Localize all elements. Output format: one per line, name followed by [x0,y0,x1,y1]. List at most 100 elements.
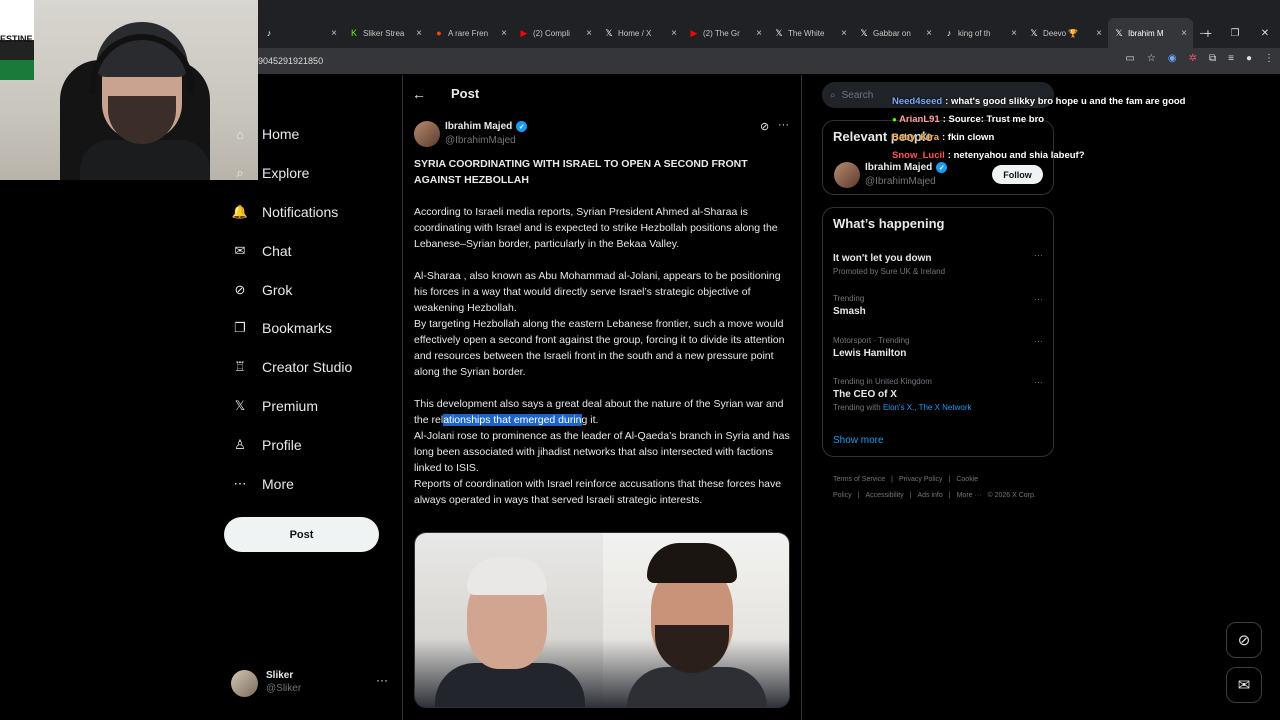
close-icon[interactable]: × [1181,28,1187,39]
author-avatar[interactable] [414,121,440,147]
kebab-menu-icon[interactable]: ⋮ [1264,53,1274,64]
back-arrow-icon[interactable]: ← [412,86,426,102]
star-icon[interactable]: ☆ [1147,53,1156,64]
account-name: Sliker [266,670,294,681]
close-icon[interactable]: × [416,28,422,39]
close-icon[interactable]: × [1096,28,1102,39]
browser-tab[interactable]: 𝕏 Gabbar on × [853,18,938,48]
trend-item[interactable]: Motorsport · Trending Lewis Hamilton ··· [833,336,1043,359]
trend-name: Lewis Hamilton [833,348,907,359]
close-icon[interactable]: × [1011,28,1017,39]
trend-more-icon[interactable]: ··· [1034,250,1043,260]
browser-tab[interactable]: 𝕏 Home / X × [598,18,683,48]
minimize-icon[interactable]: — [1190,28,1220,39]
url-text[interactable]: 9045291921850 [258,56,323,66]
author-handle[interactable]: @IbrahimMajed [445,135,516,146]
follow-button[interactable]: Follow [992,165,1043,184]
trend-more-icon[interactable]: ··· [1034,377,1043,387]
tab-label: (2) Compli [533,28,570,38]
browser-tab[interactable]: ▶ (2) The Gr × [683,18,768,48]
tab-label: A rare Fren [448,28,489,38]
tab-label: The White [788,28,825,38]
post-paragraph: According to Israeli media reports, Syri… [414,206,778,250]
reading-list-icon[interactable]: ≡ [1228,53,1234,64]
nav-item-notifications[interactable]: 🔔 Notifications [232,197,338,227]
browser-tab[interactable]: 𝕏 The White × [768,18,853,48]
grok-fab-icon[interactable]: ⊘ [1226,622,1262,658]
reddit-icon: ● [436,28,442,38]
address-bar[interactable]: 9045291921850 ▭ ☆ ◉ ✲ ⧉ ≡ ● ⋮ [258,48,1280,74]
trend-item[interactable]: Trending in United Kingdom The CEO of X Tr… [833,377,1043,412]
more-options-icon[interactable]: ··· [376,673,388,687]
x-icon: 𝕏 [860,27,868,38]
footer-link[interactable]: Accessibility [866,492,904,499]
relevant-person-name[interactable]: Ibrahim Majed ✓ [865,162,948,173]
nav-item-creator-studio[interactable]: ♖ Creator Studio [232,352,352,382]
trend-more-icon[interactable]: ··· [1034,294,1043,304]
browser-tab[interactable]: ♪ × [258,18,343,48]
whats-happening-panel [822,207,1054,457]
person-icon: ♙ [234,437,246,452]
nav-item-more[interactable]: ⋯ More [232,469,294,499]
browser-tab[interactable]: ● A rare Fren × [428,18,513,48]
messages-fab-icon[interactable]: ✉ [1226,667,1262,703]
trend-sub-label: Promoted by Sure UK & Ireland [833,267,946,276]
nav-item-grok[interactable]: ⊘ Grok [232,275,293,305]
close-icon[interactable]: × [926,28,932,39]
grok-icon: ⊘ [234,282,246,297]
browser-tab[interactable]: K Sliker Strea × [343,18,428,48]
address-bar-icons: ▭ ☆ ◉ ✲ ⧉ ≡ ● ⋮ [1125,53,1274,64]
close-icon[interactable]: × [671,28,677,39]
author-name[interactable]: Ibrahim Majed ✓ [445,121,528,132]
extension-icon[interactable]: ✲ [1189,53,1197,64]
trend-name: Smash [833,306,866,317]
close-icon[interactable]: × [756,28,762,39]
profile-icon[interactable]: ● [1246,53,1252,64]
grok-explain-icon[interactable]: ⊘ [760,120,769,133]
trend-item[interactable]: Trending Smash ··· [833,294,1043,317]
close-icon[interactable]: × [841,28,847,39]
nav-item-home[interactable]: ⌂ Home [232,119,299,149]
nav-item-bookmarks[interactable]: ❐ Bookmarks [232,313,332,343]
show-more-link[interactable]: Show more [833,435,884,446]
puzzle-icon[interactable]: ⧉ [1209,53,1216,64]
trend-name: It won't let you down [833,253,932,264]
nav-item-profile[interactable]: ♙ Profile [232,430,302,460]
footer-link[interactable]: Ads info [917,492,942,499]
tiktok-icon: ♪ [946,28,952,38]
browser-tab[interactable]: 𝕏 Ibrahim M × [1108,18,1193,48]
post-button[interactable]: Post [224,517,379,552]
nav-item-chat[interactable]: ✉ Chat [232,236,292,266]
footer-link[interactable]: Privacy Policy [899,476,943,483]
nav-item-premium[interactable]: 𝕏 Premium [232,391,318,421]
trend-more-icon[interactable]: ··· [1034,336,1043,346]
close-icon[interactable]: × [331,28,337,39]
close-window-icon[interactable]: ✕ [1250,28,1280,39]
relevant-person-avatar[interactable] [834,162,860,188]
footer-link[interactable]: More ··· [957,492,982,499]
close-icon[interactable]: × [501,28,507,39]
trend-item[interactable]: It won't let you down Promoted by Sure UK… [833,250,1043,276]
account-switcher[interactable]: Sliker @Sliker ··· [231,668,391,698]
post-more-icon[interactable]: ··· [778,119,789,131]
trend-link[interactable]: Elon's X., The X Network [883,403,972,412]
x-icon: 𝕏 [605,27,613,38]
mail-icon: ✉ [234,243,246,258]
browser-tab[interactable]: ♪ king of th × [938,18,1023,48]
nav-item-explore[interactable]: ⌕ Explore [232,158,309,188]
post-paragraph: Al-Jolani rose to prominence as the lead… [414,430,790,474]
footer-link[interactable]: © 2026 X Corp. [987,492,1035,499]
close-icon[interactable]: × [586,28,592,39]
x-icon: 𝕏 [1030,27,1038,38]
post-image[interactable] [414,532,790,708]
chat-message: ● ArianL91: Source: Trust me bro [892,114,1044,125]
extension-icon[interactable]: ◉ [1168,53,1177,64]
youtube-icon: ▶ [690,27,698,38]
search-icon: ⌕ [830,89,836,101]
browser-tab[interactable]: ▶ (2) Compli × [513,18,598,48]
relevant-person-handle[interactable]: @IbrahimMajed [865,176,936,187]
cast-icon[interactable]: ▭ [1125,53,1134,64]
footer-link[interactable]: Terms of Service [833,476,885,483]
restore-icon[interactable]: ❐ [1220,28,1250,39]
browser-tab[interactable]: 𝕏 Deevo 🏆 × [1023,18,1108,48]
